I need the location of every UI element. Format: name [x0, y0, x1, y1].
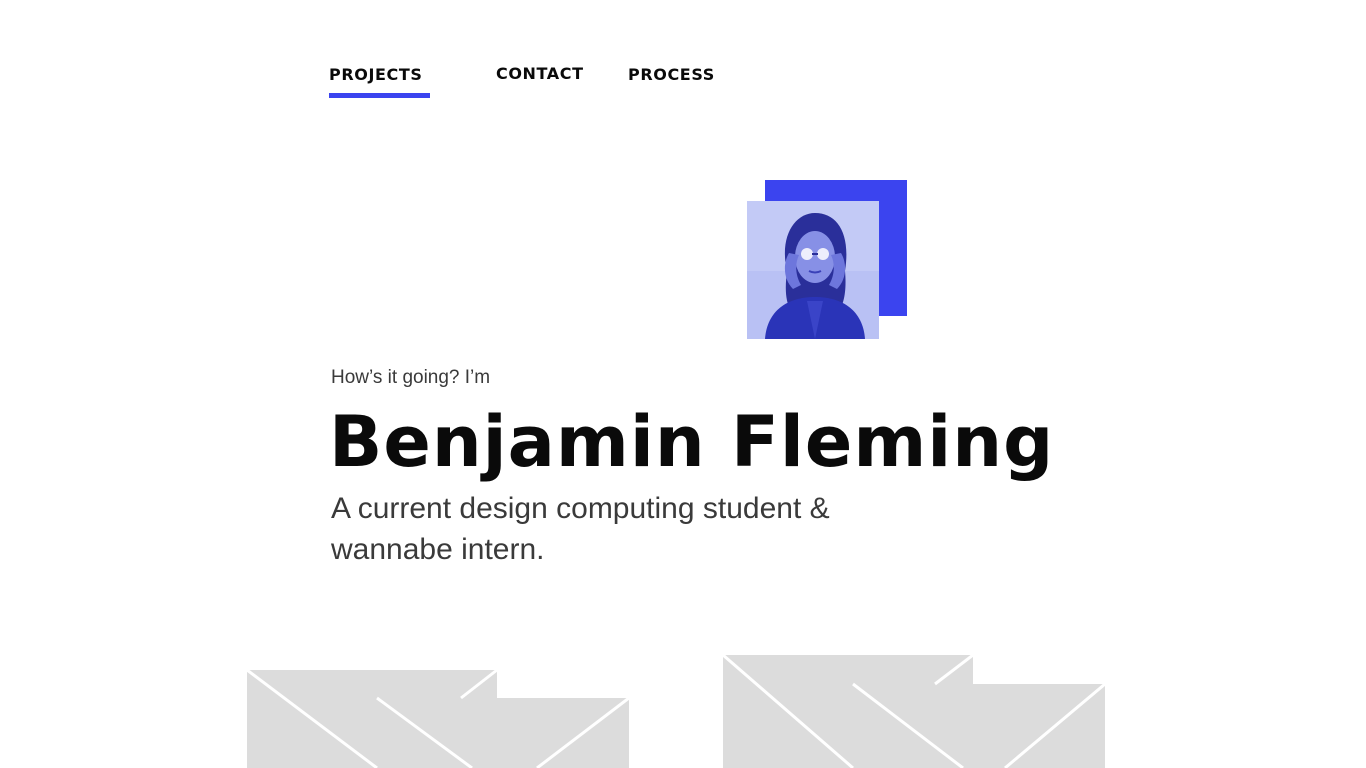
profile-avatar — [747, 180, 907, 340]
nav-projects-link[interactable]: PROJECTS — [329, 64, 423, 86]
image-placeholder-icon — [246, 668, 630, 768]
profile-photo — [747, 201, 879, 339]
project-thumbnail-2[interactable] — [722, 653, 1106, 768]
nav-process-link[interactable]: PROCESS — [628, 64, 715, 86]
hero-tagline: A current design computing student & wan… — [331, 492, 830, 566]
image-placeholder-icon — [722, 653, 1106, 768]
profile-portrait-image — [747, 201, 879, 339]
nav-contact-link[interactable]: CONTACT — [496, 63, 584, 85]
hero-name: Benjamin Fleming — [329, 401, 1055, 483]
hero-greeting: How’s it going? I’m — [331, 367, 491, 388]
main-nav: PROJECTS CONTACT PROCESS — [329, 64, 749, 100]
project-thumbnail-1[interactable] — [246, 655, 630, 768]
nav-active-underline — [329, 93, 430, 98]
